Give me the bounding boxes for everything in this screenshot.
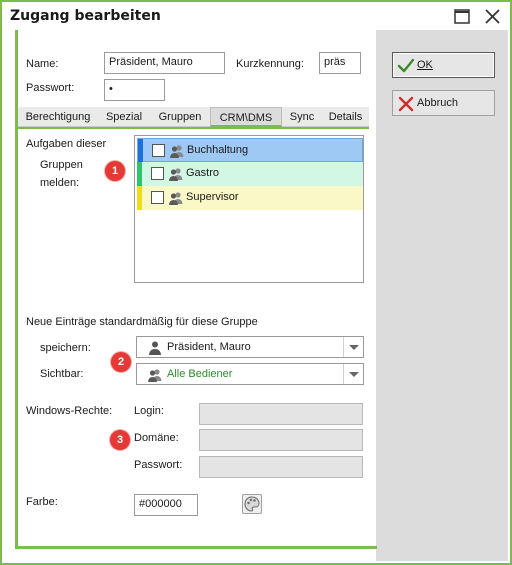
login-field[interactable] bbox=[199, 403, 363, 425]
tab-sync[interactable]: Sync bbox=[282, 107, 322, 127]
groups-label-line1: Aufgaben dieser bbox=[26, 138, 107, 150]
groups-label-line2: Gruppen bbox=[40, 159, 83, 171]
chevron-down-icon[interactable] bbox=[343, 364, 363, 384]
chevron-down-icon[interactable] bbox=[343, 337, 363, 357]
tab-underline bbox=[18, 127, 369, 129]
color-field[interactable]: #000000 bbox=[134, 494, 198, 516]
title-bar: Zugang bearbeiten bbox=[2, 2, 510, 32]
color-bar bbox=[138, 139, 143, 163]
short-label: Kurzkennung: bbox=[236, 58, 304, 70]
visible-label: Sichtbar: bbox=[40, 368, 84, 380]
color-label: Farbe: bbox=[26, 496, 58, 508]
tab-label: Sync bbox=[289, 111, 315, 123]
tab-label: Gruppen bbox=[158, 111, 202, 123]
login-label: Login: bbox=[134, 405, 164, 417]
ok-label: OK bbox=[417, 59, 433, 71]
tab-label: Berechtigung bbox=[25, 111, 91, 123]
tab-label: Spezial bbox=[105, 111, 143, 123]
group-label: Gastro bbox=[186, 167, 220, 179]
group-icon bbox=[168, 190, 184, 206]
save-label: speichern: bbox=[40, 342, 91, 354]
palette-icon bbox=[243, 496, 261, 516]
cancel-label: Abbruch bbox=[417, 97, 458, 109]
color-bar bbox=[137, 186, 142, 210]
tab-berechtigung[interactable]: Berechtigung bbox=[18, 107, 98, 127]
group-checkbox[interactable] bbox=[151, 167, 164, 180]
user-icon bbox=[147, 340, 163, 356]
group-icon bbox=[169, 143, 185, 159]
cross-icon bbox=[397, 95, 415, 113]
save-select[interactable]: Präsident, Mauro bbox=[136, 336, 364, 358]
windows-rights-label: Windows-Rechte: bbox=[26, 405, 113, 417]
password-field[interactable]: • bbox=[104, 79, 165, 101]
group-label: Buchhaltung bbox=[187, 144, 249, 156]
password-value: • bbox=[109, 83, 113, 95]
cancel-button[interactable]: Abbruch bbox=[392, 90, 495, 116]
tab-label: CRM\DMS bbox=[219, 112, 273, 124]
visible-select[interactable]: Alle Bediener bbox=[136, 363, 364, 385]
maximize-icon[interactable] bbox=[450, 7, 474, 27]
groups-label-line3: melden: bbox=[40, 177, 80, 189]
name-value: Präsident, Mauro bbox=[109, 56, 193, 68]
callout-badge-2: 2 bbox=[111, 352, 131, 372]
color-bar bbox=[137, 162, 142, 186]
short-field[interactable]: präs bbox=[319, 52, 361, 74]
domain-label: Domäne: bbox=[134, 432, 179, 444]
group-checkbox[interactable] bbox=[152, 144, 165, 157]
list-item[interactable]: Gastro bbox=[137, 162, 363, 186]
win-password-field[interactable] bbox=[199, 456, 363, 478]
group-icon bbox=[147, 367, 163, 383]
check-icon bbox=[397, 57, 415, 75]
visible-value: Alle Bediener bbox=[167, 368, 233, 380]
domain-field[interactable] bbox=[199, 429, 363, 451]
group-checkbox[interactable] bbox=[151, 191, 164, 204]
groups-listbox[interactable]: Buchhaltung Gastro Supervisor bbox=[134, 135, 364, 283]
short-value: präs bbox=[324, 56, 346, 68]
close-icon[interactable] bbox=[481, 7, 505, 27]
tab-label: Details bbox=[328, 111, 363, 123]
ok-button[interactable]: OK bbox=[392, 52, 495, 78]
password-label: Passwort: bbox=[26, 82, 75, 94]
name-field[interactable]: Präsident, Mauro bbox=[104, 52, 225, 74]
list-item[interactable]: Supervisor bbox=[137, 186, 363, 210]
tab-details[interactable]: Details bbox=[322, 107, 369, 127]
win-password-label: Passwort: bbox=[134, 459, 183, 471]
callout-badge-1: 1 bbox=[105, 161, 125, 181]
list-item[interactable]: Buchhaltung bbox=[137, 138, 363, 163]
tab-gruppen[interactable]: Gruppen bbox=[150, 107, 210, 127]
group-icon bbox=[168, 166, 184, 182]
palette-button[interactable] bbox=[242, 494, 262, 514]
name-label: Name: bbox=[26, 58, 59, 70]
accent-strip-bottom bbox=[15, 546, 377, 549]
defaults-heading: Neue Einträge standardmäßig für diese Gr… bbox=[26, 316, 258, 328]
color-value: #000000 bbox=[139, 498, 182, 510]
tab-spezial[interactable]: Spezial bbox=[98, 107, 150, 127]
save-value: Präsident, Mauro bbox=[167, 341, 251, 353]
tab-crm-dms[interactable]: CRM\DMS bbox=[210, 107, 282, 127]
tab-strip: Berechtigung Spezial Gruppen CRM\DMS Syn… bbox=[18, 107, 369, 127]
group-label: Supervisor bbox=[186, 191, 239, 203]
callout-badge-3: 3 bbox=[110, 430, 130, 450]
window-title: Zugang bearbeiten bbox=[10, 8, 161, 24]
